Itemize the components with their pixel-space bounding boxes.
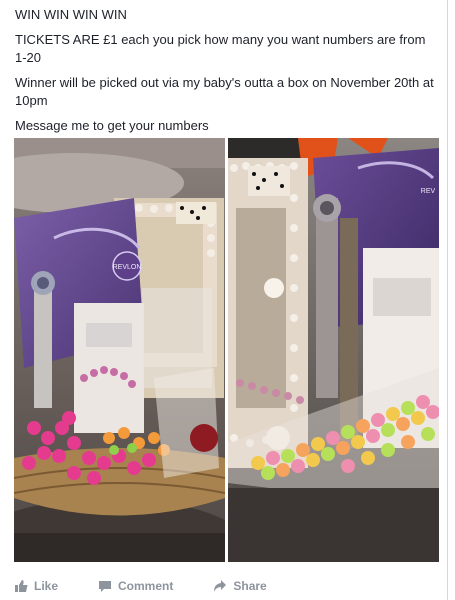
post-line-1: WIN WIN WIN WIN bbox=[15, 7, 127, 22]
photo-grid[interactable]: REVLON REV bbox=[14, 138, 439, 562]
revlon-logo-left: REVLON bbox=[113, 264, 142, 271]
share-arrow-icon bbox=[214, 580, 227, 592]
comment-button[interactable]: Comment bbox=[98, 579, 173, 593]
share-label: Share bbox=[233, 579, 267, 593]
post-line-4: Message me to get your numbers bbox=[15, 118, 209, 133]
photo-right-image: REV bbox=[228, 138, 439, 562]
thumbs-up-icon bbox=[15, 580, 28, 592]
revlon-logo-right: REV bbox=[421, 188, 436, 195]
post-actions-bar: Like Comment Share bbox=[0, 572, 447, 600]
photo-left-image: REVLON bbox=[14, 138, 225, 562]
post-line-2: TICKETS ARE £1 each you pick how many yo… bbox=[15, 32, 426, 65]
photo-left[interactable]: REVLON bbox=[14, 138, 225, 562]
comment-label: Comment bbox=[118, 579, 174, 593]
share-button[interactable]: Share bbox=[213, 579, 267, 593]
like-label: Like bbox=[34, 579, 59, 593]
post-line-3: Winner will be picked out via my baby's … bbox=[15, 75, 434, 108]
post-text: WIN WIN WIN WIN TICKETS ARE £1 each you … bbox=[15, 6, 435, 142]
post-card: WIN WIN WIN WIN TICKETS ARE £1 each you … bbox=[0, 0, 448, 600]
like-button[interactable]: Like bbox=[14, 579, 58, 593]
photo-right[interactable]: REV bbox=[228, 138, 439, 562]
comment-bubble-icon bbox=[99, 581, 112, 592]
